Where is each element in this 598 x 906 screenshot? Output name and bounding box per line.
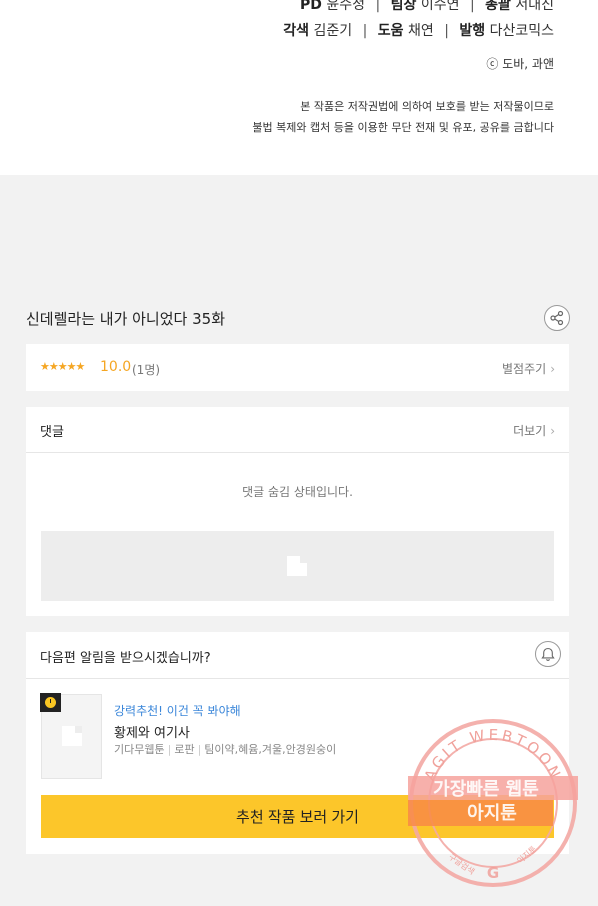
bell-icon [541, 647, 555, 661]
recommend-genre: 로판 [174, 743, 195, 756]
credit-role: 총괄 [485, 0, 511, 13]
svg-text:G: G [487, 864, 499, 882]
recommend-type: 기다무웹툰 [114, 743, 165, 756]
google-logo-icon: G [487, 864, 499, 882]
separator: | [469, 0, 475, 13]
share-icon [550, 310, 564, 326]
comments-hidden-message: 댓글 숨김 상태입니다. [242, 485, 353, 499]
recommend-meta: 기다무웹툰 | 로판 | 팀이약,혜윰,겨울,안경원숭이 [114, 741, 336, 757]
comments-more-button[interactable]: 더보기 › [513, 422, 555, 439]
recommend-tag: 강력추천! 이건 꼭 봐야해 [114, 704, 241, 718]
rating-count: (1명) [132, 363, 161, 377]
chevron-right-icon: › [550, 362, 555, 376]
episode-title-row: 신데렐라는 내가 아니었다 35화 [26, 305, 570, 332]
clock-badge-icon [40, 693, 61, 712]
notify-card: 다음편 알림을 받으시겠습니까? 강력추천! 이건 꼭 봐야해 황제와 여기사 … [26, 632, 569, 854]
rate-button[interactable]: 별점주기 › [502, 360, 555, 377]
credit-role: 발행 [459, 23, 486, 39]
recommend-title[interactable]: 황제와 여기사 [114, 722, 190, 741]
credit-name: 김준기 [313, 23, 353, 39]
separator: | [167, 743, 172, 756]
notify-question: 다음편 알림을 받으시겠습니까? [40, 651, 211, 666]
share-button[interactable] [544, 305, 570, 331]
rating-score: 10.0 [100, 359, 132, 375]
notify-header: 다음편 알림을 받으시겠습니까? [26, 632, 569, 679]
credit-role: PD [300, 0, 322, 13]
rating-stars: ★★★★★ [40, 360, 85, 373]
comments-card: 댓글 더보기 › 댓글 숨김 상태입니다. [26, 407, 569, 616]
episode-title: 신데렐라는 내가 아니었다 35화 [26, 310, 225, 328]
credit-name: 채연 [407, 23, 434, 39]
separator: | [375, 0, 381, 13]
credits-line-1: PD 윤수정 | 팀장 이수연 | 총괄 서대진 [300, 0, 554, 14]
watermark-bottom-left: 구글검색 [447, 851, 477, 876]
separator: | [444, 23, 449, 39]
comments-label: 댓글 [40, 425, 64, 440]
separator: | [197, 743, 202, 756]
separator: | [362, 23, 368, 39]
credit-role: 각색 [283, 23, 310, 39]
rating-card: ★★★★★ 10.0 (1명) 별점주기 › [26, 344, 569, 391]
recommend-authors: 팀이약,혜윰,겨울,안경원숭이 [204, 743, 337, 756]
ad-placeholder[interactable] [41, 531, 554, 601]
comments-header: 댓글 더보기 › [26, 407, 569, 453]
credit-role: 팀장 [390, 0, 417, 13]
copyright-notice-1: 본 작품은 저작권법에 의하여 보호를 받는 저작물이므로 [300, 100, 554, 113]
recommend-cta-button[interactable]: 추천 작품 보러 가기 [41, 795, 554, 838]
rate-button-label: 별점주기 [502, 362, 547, 376]
credits-line-2: 각색 김준기 | 도움 채연 | 발행 다산코믹스 [283, 20, 554, 40]
image-placeholder-icon [62, 726, 82, 746]
credits-section: PD 윤수정 | 팀장 이수연 | 총괄 서대진 각색 김준기 | 도움 채연 … [0, 0, 598, 175]
credit-role: 도움 [377, 23, 404, 39]
credit-name: 윤수정 [326, 0, 366, 13]
credit-name: 이수연 [420, 0, 460, 13]
chevron-right-icon: › [550, 424, 555, 438]
comments-more-label: 더보기 [513, 424, 547, 438]
copyright: ⓒ 도바, 과앤 [486, 57, 554, 71]
credit-name: 다산코믹스 [489, 23, 554, 39]
image-placeholder-icon [287, 556, 307, 576]
credit-name: 서대진 [515, 0, 554, 13]
copyright-notice-2: 불법 복제와 캡처 등을 이용한 무단 전재 및 유포, 공유를 금합니다 [252, 121, 554, 134]
notify-bell-button[interactable] [535, 641, 561, 667]
